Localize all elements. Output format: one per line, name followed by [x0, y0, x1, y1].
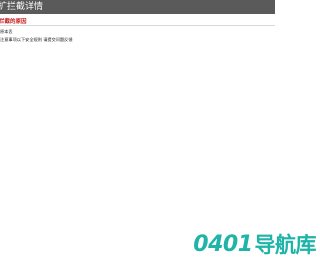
header-bar: 扩拦截详情	[0, 0, 275, 14]
divider	[0, 25, 275, 26]
page-title: 扩拦截详情	[0, 2, 44, 12]
watermark-logo: 0401 导航库	[193, 232, 316, 258]
watermark-number: 0401	[193, 232, 253, 257]
detail-line-1: 原本丢	[0, 29, 13, 34]
detail-line-2: 注意事项以下安全规则 请提交问题反馈	[0, 37, 73, 42]
watermark-text: 导航库	[254, 233, 317, 257]
reason-heading: 拦截的原因	[0, 19, 27, 25]
